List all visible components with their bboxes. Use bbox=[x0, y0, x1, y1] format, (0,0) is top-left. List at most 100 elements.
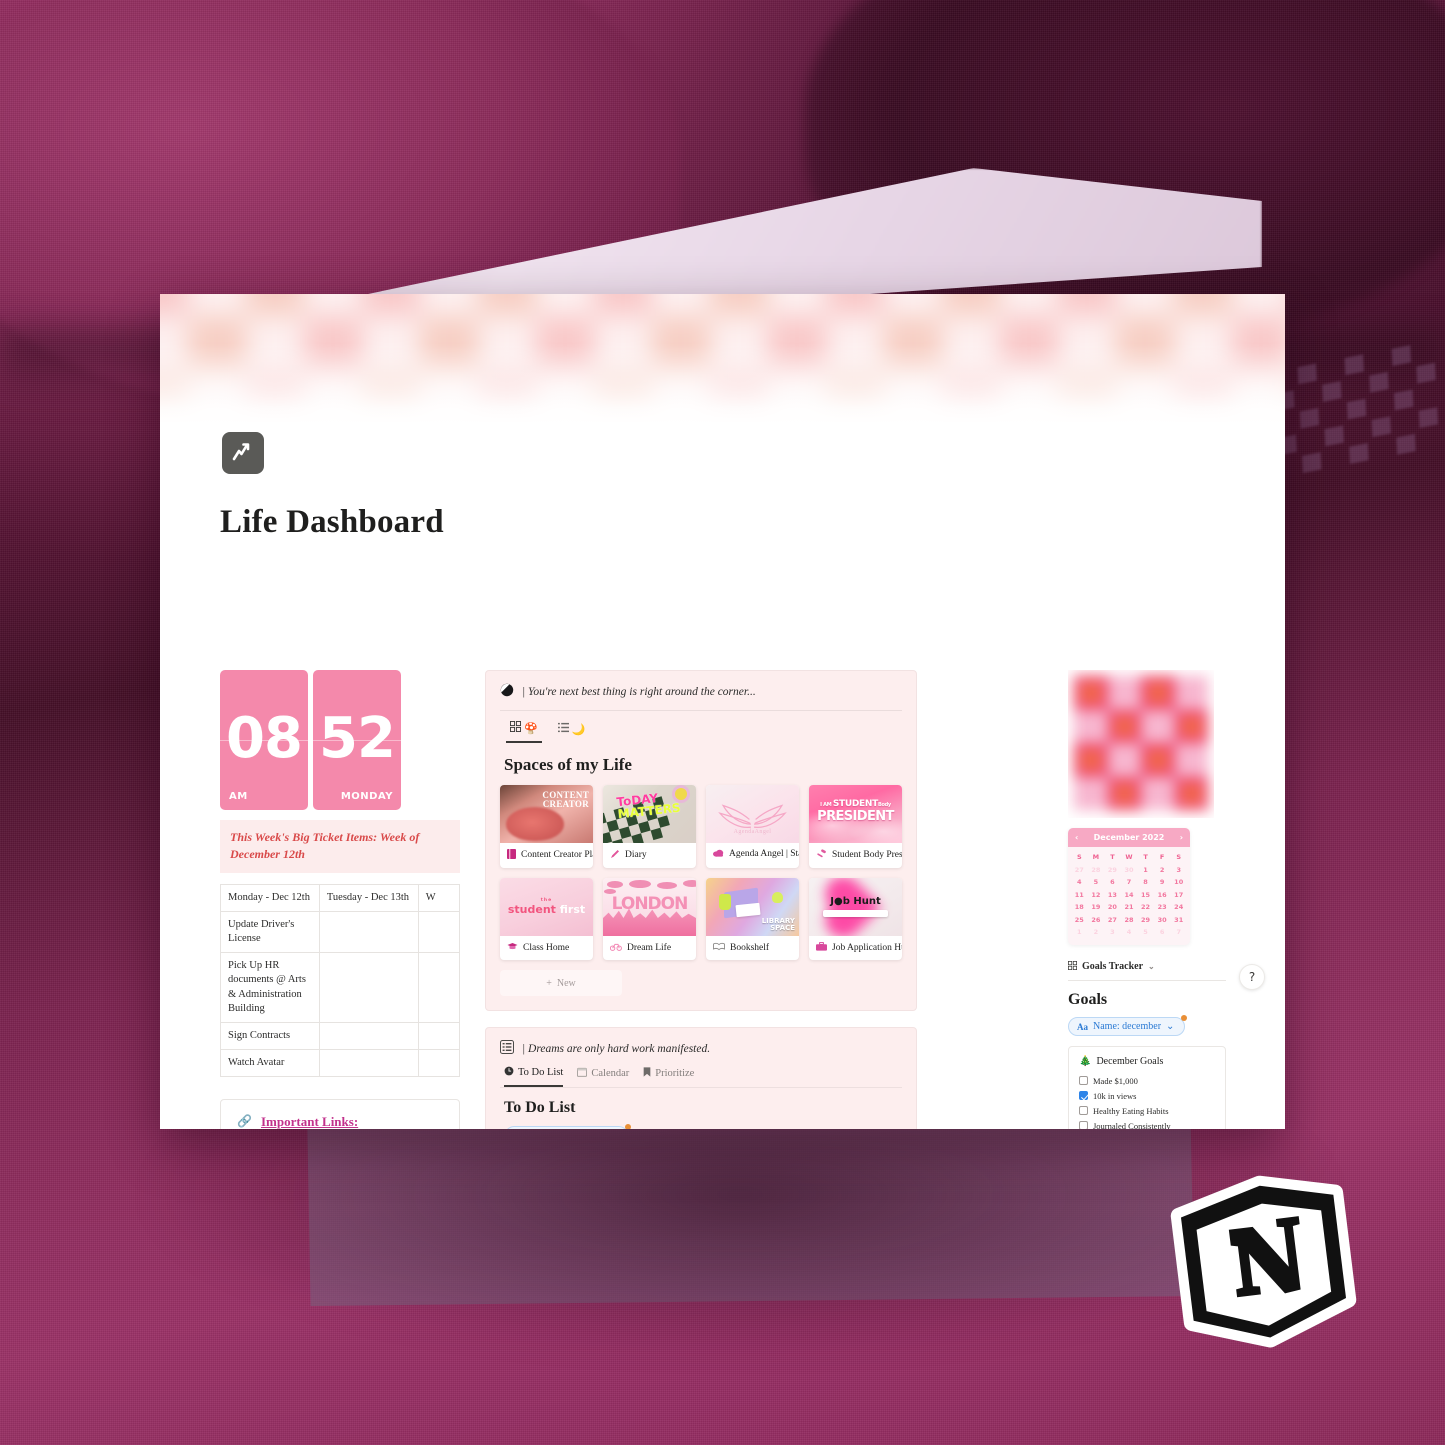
calendar-day[interactable]: 28 bbox=[1088, 864, 1105, 877]
clock-icon bbox=[504, 1066, 514, 1079]
goal-item[interactable]: Healthy Eating Habits bbox=[1079, 1103, 1215, 1118]
gavel-icon bbox=[816, 849, 827, 861]
goal-item[interactable]: Journaled Consistently bbox=[1079, 1118, 1215, 1129]
calendar-day[interactable]: 14 bbox=[1121, 889, 1138, 902]
calendar-day[interactable]: 31 bbox=[1170, 914, 1187, 927]
calendar-day[interactable]: 13 bbox=[1104, 889, 1121, 902]
calendar-day[interactable]: 17 bbox=[1170, 889, 1187, 902]
calendar-day[interactable]: 9 bbox=[1154, 876, 1171, 889]
todo-filter-chip[interactable]: Done?: Unchecked ⌄ bbox=[504, 1124, 631, 1129]
calendar-day[interactable]: 30 bbox=[1154, 914, 1171, 927]
spaces-quote-text: | You're next best thing is right around… bbox=[522, 685, 756, 698]
spaces-title: Spaces of my Life bbox=[504, 755, 632, 774]
list-icon bbox=[557, 722, 569, 736]
goal-item[interactable]: Made $1,000 bbox=[1079, 1073, 1215, 1088]
goals-card[interactable]: 🎄 December Goals Made $1,000 10k in views… bbox=[1068, 1046, 1226, 1129]
calendar-day[interactable]: 8 bbox=[1137, 876, 1154, 889]
calendar-day[interactable]: 18 bbox=[1071, 901, 1088, 914]
calendar-day[interactable]: 27 bbox=[1104, 914, 1121, 927]
calendar-day[interactable]: 5 bbox=[1137, 926, 1154, 939]
calendar-day[interactable]: 2 bbox=[1088, 926, 1105, 939]
space-card[interactable]: LONDON Dream Life bbox=[603, 878, 696, 960]
calendar-today[interactable]: 26 bbox=[1091, 916, 1100, 924]
goal-checkbox[interactable] bbox=[1079, 1121, 1088, 1129]
calendar-day[interactable]: 20 bbox=[1104, 901, 1121, 914]
calendar-day[interactable]: 7 bbox=[1170, 926, 1187, 939]
calendar-day[interactable]: 21 bbox=[1121, 901, 1138, 914]
space-card-cover: LONDON bbox=[603, 878, 696, 936]
tab-list-view[interactable]: 🌙 bbox=[554, 719, 590, 743]
calendar-day[interactable]: 11 bbox=[1071, 889, 1088, 902]
calendar-day[interactable]: 7 bbox=[1121, 876, 1138, 889]
calendar-day[interactable]: 4 bbox=[1071, 876, 1088, 889]
calendar-day[interactable]: 10 bbox=[1170, 876, 1187, 889]
calendar-day[interactable]: 12 bbox=[1088, 889, 1105, 902]
todo-tab-calendar[interactable]: Calendar bbox=[577, 1066, 629, 1087]
table-cell bbox=[318, 1049, 419, 1078]
calendar-day[interactable]: 30 bbox=[1121, 864, 1138, 877]
calendar-day[interactable]: 29 bbox=[1137, 914, 1154, 927]
calendar-day[interactable]: 16 bbox=[1154, 889, 1171, 902]
space-card-label-row: Agenda Angel | Start-Up bbox=[706, 843, 799, 866]
calendar-day[interactable]: 1 bbox=[1137, 864, 1154, 877]
calendar-dow: F bbox=[1159, 853, 1165, 861]
calendar-day[interactable]: 23 bbox=[1154, 901, 1171, 914]
space-card[interactable]: ToDAY MATTERS Diary bbox=[603, 785, 696, 868]
space-card-title: Content Creator Planner bbox=[521, 850, 593, 860]
tab-list-emoji: 🌙 bbox=[571, 723, 586, 736]
calendar-dow: T bbox=[1110, 853, 1115, 861]
tab-gallery-view[interactable]: 🍄 bbox=[506, 719, 542, 743]
space-card[interactable]: AgendaAngel Agenda Angel | Start-Up bbox=[706, 785, 799, 868]
calendar-day[interactable]: 15 bbox=[1137, 889, 1154, 902]
table-row[interactable]: Watch Avatar bbox=[220, 1049, 461, 1078]
calendar-day[interactable]: 2 bbox=[1154, 864, 1171, 877]
calendar-day[interactable]: 3 bbox=[1170, 864, 1187, 877]
calendar-next-button[interactable]: › bbox=[1180, 833, 1183, 842]
mini-calendar-widget: ‹ December 2022 › S M T W T F S 27 28 29 30 1 2 3 4 5 6 7… bbox=[1068, 828, 1190, 945]
goal-checkbox[interactable] bbox=[1079, 1091, 1088, 1100]
calendar-day[interactable]: 24 bbox=[1170, 901, 1187, 914]
goal-item[interactable]: 10k in views bbox=[1079, 1088, 1215, 1103]
new-space-button[interactable]: + New bbox=[500, 970, 622, 996]
todo-tab-to-do-list[interactable]: To Do List bbox=[504, 1066, 564, 1087]
table-row[interactable]: Sign Contracts bbox=[220, 1021, 461, 1051]
calendar-day[interactable]: 27 bbox=[1071, 864, 1088, 877]
calendar-day[interactable]: 26 bbox=[1088, 914, 1105, 927]
space-card[interactable]: I AM STUDENTBody PRESIDENT Student Body Pr… bbox=[809, 785, 902, 868]
chart-up-icon[interactable] bbox=[222, 432, 264, 474]
space-card-label-row: Content Creator Planner bbox=[500, 843, 593, 868]
goal-checkbox[interactable] bbox=[1079, 1076, 1088, 1085]
goals-tracker-db-header[interactable]: Goals Tracker ⌄ bbox=[1068, 960, 1226, 981]
calendar-day[interactable]: 6 bbox=[1154, 926, 1171, 939]
table-row[interactable]: Update Driver's License bbox=[220, 910, 461, 954]
goals-filter-chip[interactable]: Aa Name: december ⌄ bbox=[1068, 1015, 1188, 1036]
spaces-view-tabs: 🍄 🌙 bbox=[500, 711, 902, 743]
calendar-prev-button[interactable]: ‹ bbox=[1075, 833, 1078, 842]
goal-label: 10k in views bbox=[1093, 1090, 1137, 1101]
space-card[interactable]: LIBRARY SPACE Bookshelf bbox=[706, 878, 799, 960]
calendar-day[interactable]: 4 bbox=[1121, 926, 1138, 939]
christmas-tree-icon: 🎄 bbox=[1079, 1056, 1092, 1067]
calendar-day[interactable]: 25 bbox=[1071, 914, 1088, 927]
calendar-header: ‹ December 2022 › bbox=[1068, 828, 1190, 847]
space-card[interactable]: CONTENTCREATOR Content Creator Planner bbox=[500, 785, 593, 868]
space-card-cover: the student first bbox=[500, 878, 593, 936]
link-icon: 🔗 bbox=[237, 1114, 252, 1129]
help-button[interactable]: ? bbox=[1239, 964, 1265, 990]
calendar-day[interactable]: 5 bbox=[1088, 876, 1105, 889]
calendar-day[interactable]: 29 bbox=[1104, 864, 1121, 877]
calendar-day[interactable]: 6 bbox=[1104, 876, 1121, 889]
space-card[interactable]: the student first Class Home bbox=[500, 878, 593, 960]
calendar-day[interactable]: 28 bbox=[1121, 914, 1138, 927]
calendar-day[interactable]: 19 bbox=[1088, 901, 1105, 914]
calendar-day[interactable]: 1 bbox=[1071, 926, 1088, 939]
todo-tab-prioritize[interactable]: Prioritize bbox=[643, 1066, 694, 1087]
goal-checkbox[interactable] bbox=[1079, 1106, 1088, 1115]
goals-filter-label: Name: december bbox=[1093, 1021, 1162, 1032]
goals-checklist: Made $1,000 10k in views Healthy Eating Ha… bbox=[1079, 1073, 1215, 1129]
calendar-day[interactable]: 22 bbox=[1137, 901, 1154, 914]
table-row[interactable]: Pick Up HR documents @ Arts & Administra… bbox=[220, 952, 461, 1023]
calendar-day[interactable]: 3 bbox=[1104, 926, 1121, 939]
space-card-cover: LIBRARY SPACE bbox=[706, 878, 799, 936]
space-card[interactable]: J●b Hunt Job Application Hub bbox=[809, 878, 902, 960]
